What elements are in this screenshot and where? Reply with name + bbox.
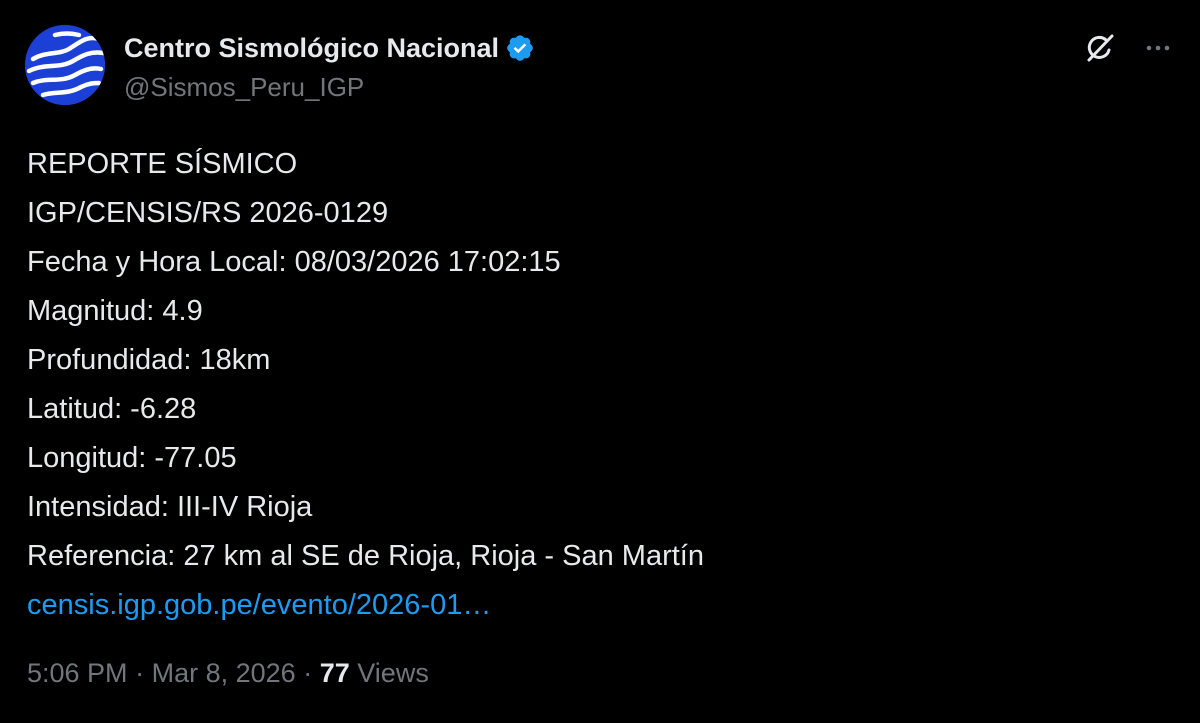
- author-handle[interactable]: @Sismos_Peru_IGP: [124, 72, 364, 103]
- post-line-reference: Referencia: 27 km al SE de Rioja, Rioja …: [27, 540, 704, 572]
- author-avatar[interactable]: [25, 25, 105, 105]
- post-container: Centro Sismológico Nacional @Sismos_Peru…: [0, 0, 1200, 723]
- grok-icon[interactable]: [1080, 28, 1120, 68]
- author-name-row: Centro Sismológico Nacional: [124, 28, 535, 68]
- meta-separator: ·: [303, 658, 313, 688]
- views-label: Views: [357, 658, 429, 688]
- meta-separator: ·: [135, 658, 145, 688]
- post-line-report-id: IGP/CENSIS/RS 2026-0129: [27, 197, 389, 229]
- post-line-longitude: Longitud: -77.05: [27, 442, 237, 474]
- igp-waves-logo-icon: [25, 25, 105, 105]
- post-date[interactable]: Mar 8, 2026: [152, 658, 296, 688]
- post-meta: 5:06 PM · Mar 8, 2026 · 77 Views: [27, 658, 429, 689]
- post-time[interactable]: 5:06 PM: [27, 658, 128, 688]
- post-line-intensity: Intensidad: III-IV Rioja: [27, 491, 313, 523]
- views-count[interactable]: 77: [320, 658, 350, 688]
- post-line-magnitude: Magnitud: 4.9: [27, 295, 203, 327]
- more-options-icon[interactable]: [1138, 28, 1178, 68]
- post-line-latitude: Latitud: -6.28: [27, 393, 197, 425]
- verified-badge-icon: [505, 33, 535, 63]
- post-line-title: REPORTE SÍSMICO: [27, 148, 298, 180]
- post-line-datetime: Fecha y Hora Local: 08/03/2026 17:02:15: [27, 246, 561, 278]
- post-text: REPORTE SÍSMICO IGP/CENSIS/RS 2026-0129 …: [27, 140, 704, 630]
- event-link[interactable]: censis.igp.gob.pe/evento/2026-01…: [27, 581, 704, 630]
- author-display-name[interactable]: Centro Sismológico Nacional: [124, 33, 499, 64]
- post-line-depth: Profundidad: 18km: [27, 344, 271, 376]
